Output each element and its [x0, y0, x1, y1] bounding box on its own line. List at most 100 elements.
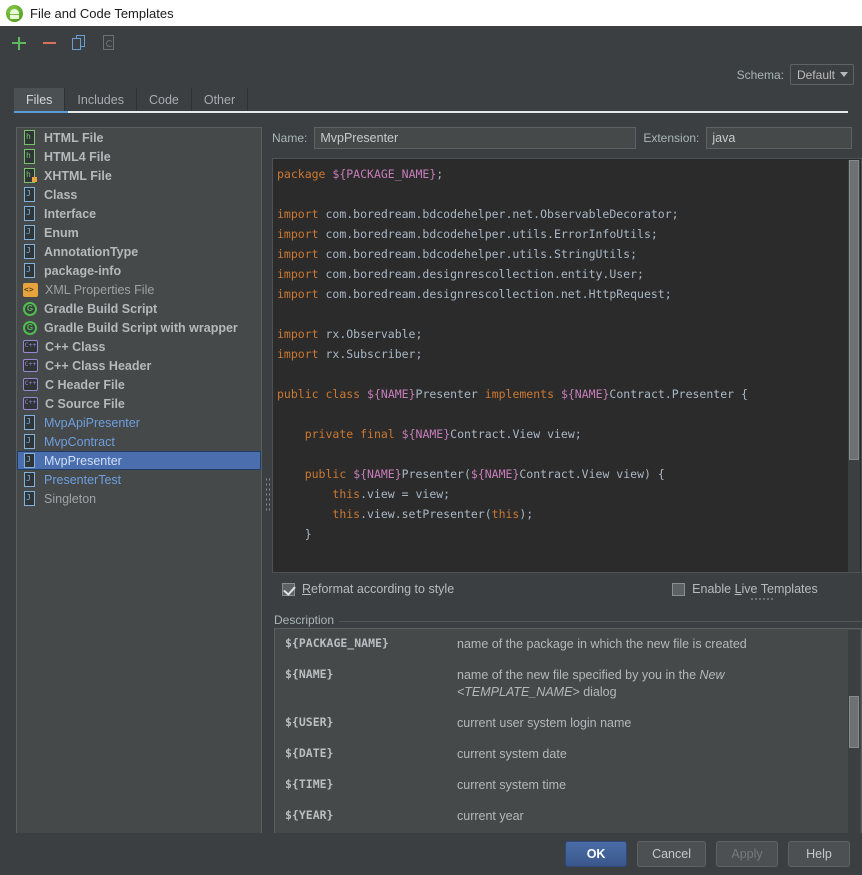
table-row[interactable]: ${USER}current user system login name	[275, 715, 847, 732]
description-vertical-scrollbar[interactable]	[848, 630, 860, 837]
chevron-down-icon	[840, 72, 848, 77]
description-text: current system time	[457, 777, 566, 794]
enable-live-templates-checkbox[interactable]: Enable Live Templates	[672, 582, 818, 596]
list-item[interactable]: JPresenterTest	[17, 470, 261, 489]
xml-properties-icon	[23, 283, 38, 297]
template-options-row: Reformat according to style Enable Live …	[282, 580, 842, 598]
cpp-icon	[23, 378, 38, 391]
table-row[interactable]: ${TIME}current system time	[275, 777, 847, 794]
template-name-row: Name: MvpPresenter Extension: java	[272, 127, 862, 149]
schema-dropdown[interactable]: Default	[790, 64, 854, 85]
table-row[interactable]: ${NAME}name of the new file specified by…	[275, 667, 847, 701]
template-code-editor[interactable]: package ${PACKAGE_NAME}; import com.bore…	[272, 158, 862, 573]
list-item[interactable]: Gradle Build Script with wrapper	[17, 318, 261, 337]
description-scrollbar-thumb[interactable]	[849, 696, 859, 748]
file-and-code-templates-dialog: Schema: Default FilesIncludesCode Other h…	[0, 26, 862, 875]
list-item[interactable]: JMvpContract	[17, 432, 261, 451]
list-item[interactable]: hHTML4 File	[17, 147, 261, 166]
list-item[interactable]: hHTML File	[17, 128, 261, 147]
gradle-icon	[23, 321, 37, 335]
name-input[interactable]: MvpPresenter	[314, 127, 636, 149]
description-text: current system date	[457, 746, 567, 763]
table-row[interactable]: ${YEAR}current year	[275, 808, 847, 825]
extension-input[interactable]: java	[706, 127, 852, 149]
pane-splitter[interactable]	[263, 127, 272, 845]
list-item-label: MvpApiPresenter	[44, 416, 140, 430]
reformat-according-to-style-checkbox[interactable]: Reformat according to style	[282, 582, 454, 596]
list-item[interactable]: XML Properties File	[17, 280, 261, 299]
list-item[interactable]: C++ Class	[17, 337, 261, 356]
android-studio-icon	[6, 5, 23, 22]
dialog-button-bar: OK Cancel Apply Help	[0, 833, 862, 875]
description-table[interactable]: ${PACKAGE_NAME}name of the package in wh…	[274, 628, 862, 837]
list-item[interactable]: JClass	[17, 185, 261, 204]
editor-scrollbar-thumb[interactable]	[849, 160, 859, 460]
java-class-icon: J	[23, 453, 37, 468]
cancel-button[interactable]: Cancel	[637, 841, 706, 867]
reset-default-icon	[102, 35, 116, 50]
list-item[interactable]: JMvpPresenter	[17, 451, 261, 470]
table-row[interactable]: ${DATE}current system date	[275, 746, 847, 763]
description-table-viewport: ${PACKAGE_NAME}name of the package in wh…	[275, 629, 847, 836]
name-input-value: MvpPresenter	[320, 131, 398, 145]
description-text: current year	[457, 808, 524, 825]
list-item[interactable]: C++ Class Header	[17, 356, 261, 375]
splitter-grip-icon	[265, 477, 270, 513]
description-text: current user system login name	[457, 715, 631, 732]
list-item-label: package-info	[44, 264, 121, 278]
code-editor-viewport[interactable]: package ${PACKAGE_NAME}; import com.bore…	[273, 159, 847, 572]
schema-selector: Schema: Default	[737, 64, 854, 85]
tab-files[interactable]: Files	[14, 88, 65, 112]
add-template-button[interactable]	[8, 32, 30, 54]
list-item-label: AnnotationType	[44, 245, 138, 259]
tab-code[interactable]: Code	[137, 88, 192, 112]
java-class-icon: J	[23, 472, 37, 487]
editor-vertical-scrollbar[interactable]	[848, 160, 860, 573]
copy-icon	[72, 35, 86, 50]
list-item[interactable]: hXHTML File	[17, 166, 261, 185]
cpp-icon	[23, 340, 38, 353]
checkbox-box	[282, 583, 295, 596]
description-group-divider	[338, 621, 862, 622]
live-templates-label: Enable Live Templates	[692, 582, 818, 596]
list-item[interactable]: JSingleton	[17, 489, 261, 508]
java-class-icon: J	[23, 244, 37, 259]
template-code-text: package ${PACKAGE_NAME}; import com.bore…	[277, 164, 847, 572]
description-text: name of the new file specified by you in…	[457, 667, 847, 701]
list-item-label: Interface	[44, 207, 96, 221]
templates-toolbar	[0, 26, 862, 59]
editor-resize-grip-icon[interactable]	[750, 597, 774, 601]
list-item[interactable]: C Header File	[17, 375, 261, 394]
list-item[interactable]: JInterface	[17, 204, 261, 223]
tab-label: Other	[204, 93, 235, 107]
plus-icon	[12, 36, 26, 50]
java-class-icon: J	[23, 187, 37, 202]
name-label: Name:	[272, 131, 307, 145]
list-item[interactable]: JEnum	[17, 223, 261, 242]
copy-template-button[interactable]	[68, 32, 90, 54]
list-item-label: C Source File	[45, 397, 125, 411]
tab-other[interactable]: Other	[192, 88, 248, 112]
list-item-label: XML Properties File	[45, 283, 154, 297]
tab-includes[interactable]: Includes	[65, 88, 137, 112]
description-text: name of the package in which the new fil…	[457, 636, 747, 653]
list-item[interactable]: Gradle Build Script	[17, 299, 261, 318]
description-variable: ${YEAR}	[285, 808, 457, 825]
list-item[interactable]: Jpackage-info	[17, 261, 261, 280]
list-item-label: HTML File	[44, 131, 104, 145]
list-item-label: C++ Class Header	[45, 359, 151, 373]
java-class-icon: J	[23, 263, 37, 278]
description-variable: ${DATE}	[285, 746, 457, 763]
templates-list[interactable]: hHTML FilehHTML4 FilehXHTML FileJClassJI…	[16, 127, 262, 845]
schema-label: Schema:	[737, 68, 784, 82]
table-row[interactable]: ${PACKAGE_NAME}name of the package in wh…	[275, 636, 847, 653]
list-item[interactable]: JMvpApiPresenter	[17, 413, 261, 432]
list-item[interactable]: C Source File	[17, 394, 261, 413]
description-variable: ${PACKAGE_NAME}	[285, 636, 457, 653]
help-button[interactable]: Help	[788, 841, 850, 867]
remove-template-button[interactable]	[38, 32, 60, 54]
ok-button[interactable]: OK	[565, 841, 627, 867]
xhtml-file-icon: h	[23, 168, 37, 183]
java-class-icon: J	[23, 225, 37, 240]
list-item[interactable]: J AnnotationType	[17, 242, 261, 261]
